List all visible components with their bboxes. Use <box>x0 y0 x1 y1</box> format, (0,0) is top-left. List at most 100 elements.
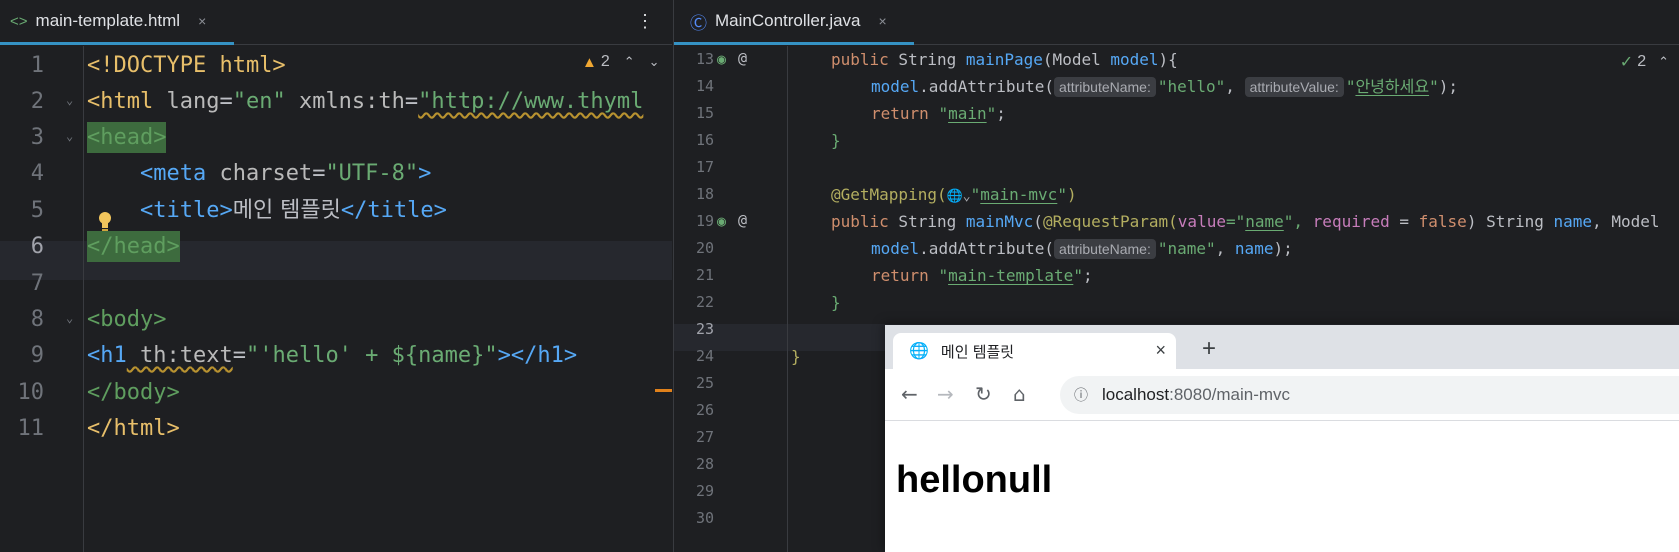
info-icon[interactable]: ⓘ <box>1074 385 1088 405</box>
params: (Model <box>1042 50 1111 69</box>
string: "hello" <box>1157 77 1226 96</box>
line-number: 14 <box>695 77 714 95</box>
fold-chevron-icon[interactable]: ⌄ <box>66 93 73 107</box>
endpoint-at-icon[interactable]: @ <box>738 49 747 67</box>
code-line-2: <html lang="en" xmlns:th="http://www.thy… <box>87 82 643 121</box>
browser-tab-strip: 🌐 메인 템플릿 × + <box>885 325 1679 369</box>
type: ) String <box>1466 212 1554 231</box>
close-tab-icon[interactable]: × <box>879 13 887 29</box>
punct: ( <box>1033 212 1043 231</box>
fold-chevron-icon[interactable]: ⌄ <box>66 129 73 143</box>
line-number: 20 <box>695 239 714 257</box>
string: main-template <box>948 266 1074 285</box>
globe-icon[interactable]: 🌐⌄ <box>947 189 971 204</box>
address-bar[interactable]: ⓘ localhost:8080/main-mvc <box>1060 376 1679 414</box>
page-heading: hellonull <box>896 459 1053 501</box>
params: , Model <box>1592 212 1660 231</box>
line-number: 25 <box>695 374 714 392</box>
code-line-20: model.addAttribute(attributeName: "name",… <box>871 235 1293 262</box>
head-open-tag: <head> <box>87 122 167 153</box>
string: " <box>1057 185 1067 204</box>
call: .addAttribute( <box>919 239 1055 258</box>
code-line-19: public String mainMvc(@RequestParam(valu… <box>831 208 1659 235</box>
new-tab-button[interactable]: + <box>1202 335 1216 363</box>
attr: th:text <box>126 343 233 368</box>
kw: return <box>871 266 939 285</box>
tag: <meta <box>139 161 207 186</box>
string: "name" <box>1157 239 1216 258</box>
right-tab-bar: Ⓒ MainController.java × <box>674 0 1679 45</box>
line-number: 8 <box>30 307 44 332</box>
attr: xmlns:th <box>285 89 405 114</box>
tag-close: > <box>418 161 432 186</box>
attr: charset <box>206 161 313 186</box>
parameter-hint: attributeName: <box>1054 239 1156 259</box>
code-line-14: model.addAttribute(attributeName: "hello"… <box>871 73 1458 100</box>
back-icon[interactable]: ← <box>901 382 918 406</box>
line-number: 22 <box>695 293 714 311</box>
annotation: ) <box>1066 185 1077 204</box>
line-number: 29 <box>695 482 714 500</box>
line-number: 5 <box>30 198 44 223</box>
annotation: @RequestParam( <box>1042 212 1178 231</box>
line-number: 11 <box>17 416 45 441</box>
string: " <box>986 104 997 123</box>
eq: = <box>232 343 246 368</box>
eq: = <box>312 161 326 186</box>
code-line-22: } <box>831 289 841 316</box>
endpoint-at-icon[interactable]: @ <box>738 211 747 229</box>
forward-icon[interactable]: → <box>937 382 954 406</box>
browser-toolbar: ← → ↻ ⌂ ⓘ localhost:8080/main-mvc <box>885 369 1679 421</box>
string: main <box>948 104 987 123</box>
brace: } <box>791 347 801 366</box>
reload-icon[interactable]: ↻ <box>975 382 992 406</box>
punct: , <box>1225 77 1245 96</box>
annotation: @GetMapping( <box>831 185 947 204</box>
code-line-6: </head> <box>87 227 180 266</box>
doctype: <!DOCTYPE html> <box>87 53 286 78</box>
code-line-18: @GetMapping(🌐⌄"main-mvc") <box>831 181 1077 208</box>
line-number: 26 <box>695 401 714 419</box>
tag: ></h1> <box>497 343 578 368</box>
param: model <box>1110 50 1159 69</box>
kw: public <box>831 212 889 231</box>
line-number: 28 <box>695 455 714 473</box>
code-line-11: </html> <box>87 409 180 448</box>
tab-main-template-html[interactable]: <> main-template.html × <box>0 0 234 45</box>
left-editor-pane: <> main-template.html × ⋮ 1 2 3 4 5 6 7 … <box>0 0 672 552</box>
home-icon[interactable]: ⌂ <box>1013 382 1026 406</box>
method-name: mainPage <box>965 50 1043 69</box>
more-options-icon[interactable]: ⋮ <box>636 11 654 32</box>
close-tab-icon[interactable]: × <box>198 13 206 29</box>
string: " <box>938 266 949 285</box>
punct: = <box>1389 212 1419 231</box>
code-line-21: return "main-template"; <box>871 262 1093 289</box>
kw: return <box>871 104 939 123</box>
punct: ); <box>1438 77 1458 96</box>
string: main-mvc <box>980 185 1058 204</box>
attr-value: "http://www.thyml <box>418 89 644 114</box>
line-number: 7 <box>30 271 44 296</box>
eq: = <box>219 89 233 114</box>
line-number-current: 23 <box>695 320 714 338</box>
head-close-tag: </head> <box>87 231 180 262</box>
attr: lang <box>153 89 220 114</box>
code-line-15: return "main"; <box>871 100 1006 127</box>
line-number: 17 <box>695 158 714 176</box>
code-line-3: <head> <box>87 118 167 157</box>
close-tab-icon[interactable]: × <box>1155 340 1166 361</box>
field: required <box>1312 212 1390 231</box>
tab-label: main-template.html <box>35 11 181 30</box>
code-line-10: </body> <box>87 373 180 412</box>
spring-bean-icon[interactable]: ◉ <box>717 50 726 68</box>
tab-main-controller-java[interactable]: Ⓒ MainController.java × <box>674 0 914 45</box>
html-code-area[interactable]: <!DOCTYPE html> <html lang="en" xmlns:th… <box>87 46 672 552</box>
spring-bean-icon[interactable]: ◉ <box>717 212 726 230</box>
line-number: 21 <box>695 266 714 284</box>
string: ", <box>1283 212 1313 231</box>
fold-chevron-icon[interactable]: ⌄ <box>66 311 73 325</box>
code-line-5: <title>메인 템플릿</title> <box>87 191 447 230</box>
browser-tab[interactable]: 🌐 메인 템플릿 × <box>893 333 1176 369</box>
string: " <box>1429 77 1439 96</box>
